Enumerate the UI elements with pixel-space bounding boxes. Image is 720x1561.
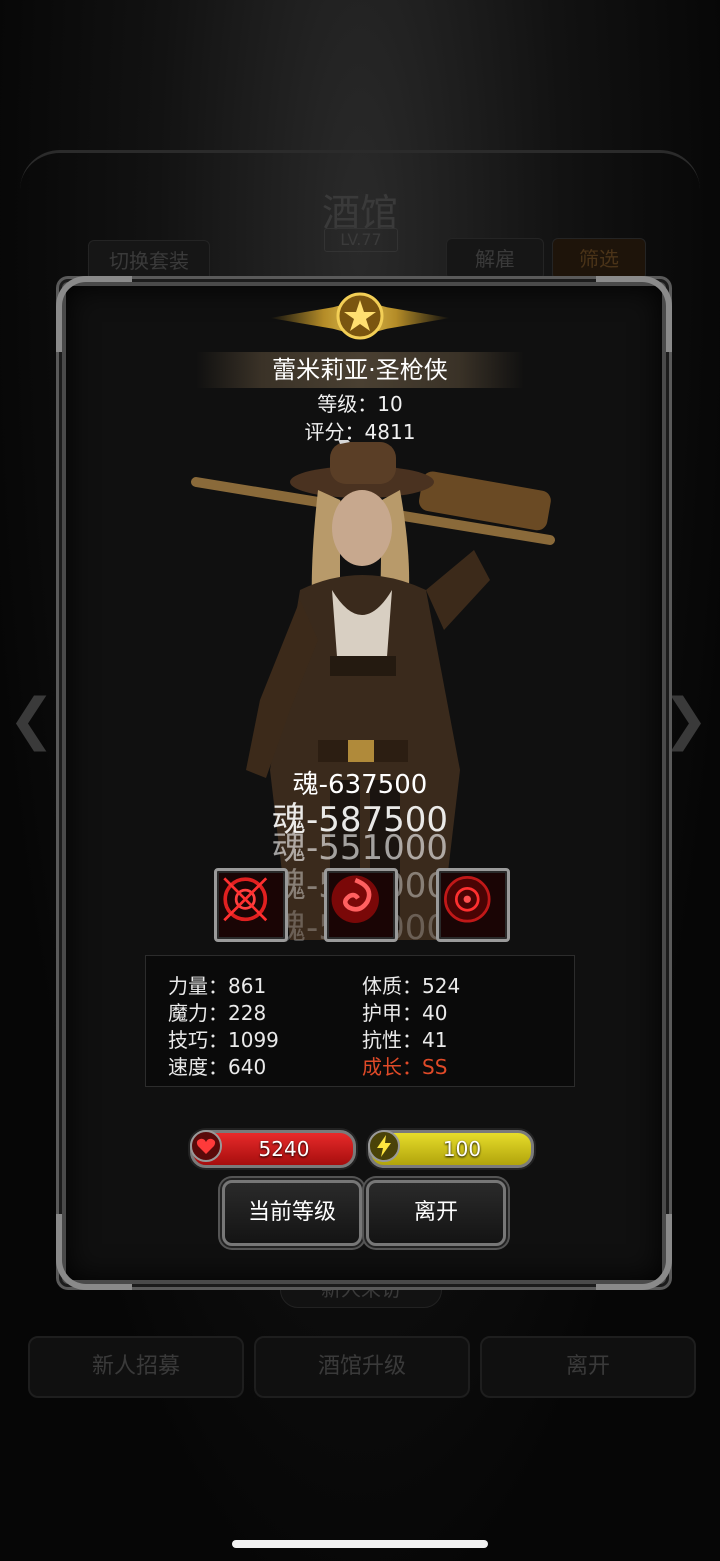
tavern-upgrade-button[interactable]: 酒馆升级 xyxy=(254,1336,470,1398)
hp-value: 5240 xyxy=(258,1137,310,1161)
dismiss-button[interactable]: 解雇 xyxy=(446,238,544,280)
frame-corner xyxy=(596,1214,672,1290)
star-emblem-icon xyxy=(336,292,384,340)
tavern-level: LV.77 xyxy=(324,228,398,252)
hero-level: 等级：10 xyxy=(317,392,403,416)
frame-corner xyxy=(56,276,132,352)
prev-arrow-icon[interactable]: ❮ xyxy=(8,690,55,750)
recruit-button[interactable]: 新人招募 xyxy=(28,1336,244,1398)
stat-armor: 护甲：40 xyxy=(362,1001,448,1025)
skill-slot-3[interactable] xyxy=(436,868,510,942)
skill-slot-1[interactable] xyxy=(214,868,288,942)
hero-name: 蕾米莉亚·圣枪侠 xyxy=(196,352,524,388)
home-indicator[interactable] xyxy=(232,1540,488,1548)
current-level-button[interactable]: 当前等级 xyxy=(222,1180,362,1246)
hp-bar: 5240 xyxy=(190,1130,356,1168)
lightning-icon xyxy=(368,1130,400,1162)
frame-corner xyxy=(56,1214,132,1290)
stat-speed: 速度：640 xyxy=(168,1055,267,1079)
skill-slot-2[interactable] xyxy=(324,868,398,942)
next-arrow-icon[interactable]: ❯ xyxy=(662,690,709,750)
stat-skill: 技巧：1099 xyxy=(168,1028,279,1052)
energy-bar: 100 xyxy=(368,1130,534,1168)
stat-magic: 魔力：228 xyxy=(168,1001,267,1025)
red-target-icon xyxy=(444,876,491,923)
stat-growth: 成长：SS xyxy=(362,1055,448,1079)
stat-constitution: 体质：524 xyxy=(362,974,461,998)
frame-corner xyxy=(596,276,672,352)
stat-resistance: 抗性：41 xyxy=(362,1028,448,1052)
stat-strength: 力量：861 xyxy=(168,974,267,998)
crosshair-ring-icon xyxy=(223,877,268,922)
energy-value: 100 xyxy=(442,1137,482,1161)
filter-button[interactable]: 筛选 xyxy=(552,238,646,280)
red-swirl-icon xyxy=(331,875,379,923)
leave-button[interactable]: 离开 xyxy=(366,1180,506,1246)
heart-icon xyxy=(190,1130,222,1162)
tavern-leave-button[interactable]: 离开 xyxy=(480,1336,696,1398)
